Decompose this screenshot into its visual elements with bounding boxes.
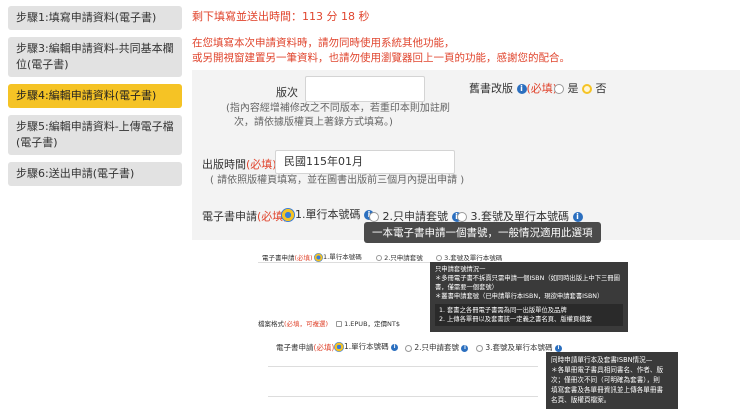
shot1-format-label: 檔案格式(必填，可複選) [258,320,329,328]
edition-note-1: (指內容經增補修改之不同版本，若重印本則加註刷 [226,103,450,114]
option-1-tooltip: 一本電子書申請一個書號，一般情況適用此選項 [364,222,601,243]
radio-icon[interactable] [554,84,564,94]
pubdate-input[interactable]: 民國115年01月 [275,150,455,174]
shot1-option-1: 1.單行本號碼 [314,251,362,262]
step-4-item-active[interactable]: 步驟4:編輯申請資料(電子書) [8,84,182,108]
revised-label: 舊書改版 i (必填) [469,82,558,95]
shot1-option-2: 2.只申請套號 [376,252,423,262]
warning-message: 在您填寫本次申請資料時，請勿同時使用系統其他功能， 或另開視窗建置另一筆資料，也… [192,36,570,66]
pubdate-note: ( 請依照版權頁填寫，並在圖書出版前三個月內提出申請 ) [210,175,465,186]
countdown-timer: 剩下填寫並送出時間：113 分 18 秒 [192,10,370,23]
radio-selected-icon[interactable] [582,84,592,94]
info-icon: i [554,344,562,352]
radio-icon [376,255,382,261]
shot1-tooltip: 只申請套號情況一 ＊多冊電子書不拆賣只需申請一個ISBN（如同時出版上中下三冊圖… [430,262,628,332]
selected-radio-icon [314,252,323,262]
ebook-option-1[interactable]: 1.單行本號碼 i [281,206,374,222]
shot1-ebook-label: 電子書申請(必填) [262,254,313,262]
selected-radio-icon[interactable] [281,208,295,222]
info-icon: i [391,343,399,351]
shot2-tooltip: 同時申請單行本及套書ISBN情況— ＊各單冊電子書具相同書名、作者、版 次；僅冊… [546,352,678,409]
radio-icon [405,344,412,352]
info-icon: i [461,344,469,352]
radio-icon[interactable] [369,212,379,222]
revised-no-option[interactable]: 否 [582,80,607,96]
step-sidebar: 步驟1:填寫申請資料(電子書) 步驟3:編輯申請資料-共同基本欄位(電子書) 步… [8,6,182,193]
edition-input[interactable] [305,76,425,102]
shot1-format-option: 1.EPUB，定價NT$ [336,318,400,328]
shot1-option-3: 3.套號及單行本號碼 [436,252,502,262]
radio-icon[interactable] [457,212,467,222]
warning-line-2: 或另開視窗建置另一筆資料，也請勿使用瀏覽器回上一頁的功能，感謝您的配合。 [192,52,570,64]
edition-label: 版次 [276,86,298,99]
example-screenshot-1: 電子書申請(必填) 1.單行本號碼 2.只申請套號 3.套號及單行本號碼 只申請… [258,246,628,342]
warning-line-1: 在您填寫本次申請資料時，請勿同時使用系統其他功能， [192,37,455,49]
shot2-option-1: 1.單行本號碼 i [334,341,399,352]
step-6-item[interactable]: 步驟6:送出申請(電子書) [8,162,182,186]
divider [268,366,538,367]
selected-radio-icon [334,342,344,352]
divider [268,396,538,397]
revised-yes-option[interactable]: 是 [554,80,579,96]
radio-icon [436,255,442,261]
ebook-label: 電子書申請(必填) [202,210,288,223]
step-1-item[interactable]: 步驟1:填寫申請資料(電子書) [8,6,182,30]
edition-note-2: 次，請依據版權頁上著錄方式填寫。) [234,117,393,128]
pubdate-label: 出版時間(必填) [202,158,277,171]
example-screenshot-2: 電子書申請(必填) 1.單行本號碼 i 2.只申請套號 i 3.套號及單行本號碼… [268,338,708,411]
shot2-ebook-label: 電子書申請(必填) [276,343,335,352]
radio-icon [476,344,483,352]
info-icon[interactable]: i [572,212,583,222]
step-5-item[interactable]: 步驟5:編輯申請資料-上傳電子檔(電子書) [8,115,182,155]
info-icon[interactable]: i [516,84,527,94]
form-panel: 版次 (指內容經增補修改之不同版本，若重印本則加註刷 次，請依據版權頁上著錄方式… [192,70,740,240]
checkbox-icon [336,321,342,327]
shot2-option-2: 2.只申請套號 i [405,342,469,353]
step-3-item[interactable]: 步驟3:編輯申請資料-共同基本欄位(電子書) [8,37,182,77]
